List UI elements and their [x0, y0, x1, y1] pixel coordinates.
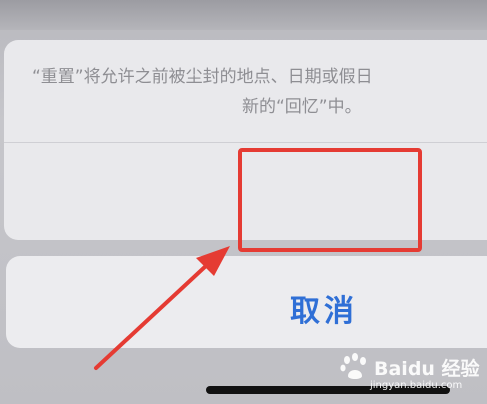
highlight-box	[238, 148, 422, 252]
baidu-paw-icon	[340, 353, 366, 379]
top-dimmed-area	[0, 0, 487, 30]
watermark: Baidu 经验 jingyan.baidu.com	[338, 352, 480, 396]
sheet-message: “重置”将允许之前被尘封的地点、日期或假日 新的“回忆”中。	[4, 40, 487, 143]
cancel-label: 取消	[290, 294, 358, 329]
message-line-1: “重置”将允许之前被尘封的地点、日期或假日	[32, 67, 373, 87]
watermark-brand: Baidu 经验	[374, 358, 480, 380]
message-line-2: 新的“回忆”中。	[242, 97, 362, 117]
watermark-url: jingyan.baidu.com	[370, 380, 463, 391]
cancel-button[interactable]: 取消	[6, 256, 487, 348]
